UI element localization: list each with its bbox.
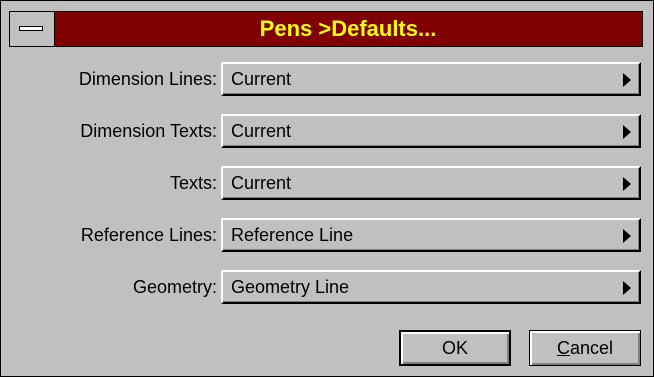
cancel-mnemonic: C [556, 337, 570, 358]
reference-lines-label: Reference Lines: [80, 224, 217, 245]
row-reference-lines: Reference Lines: Reference Line [1, 218, 651, 252]
system-menu-button[interactable] [10, 12, 55, 46]
right-triangle-icon [623, 177, 631, 191]
ok-button[interactable]: OK [399, 330, 511, 366]
reference-lines-value: Reference Line [231, 224, 354, 245]
cancel-label-rest: ancel [569, 337, 614, 358]
geometry-value: Geometry Line [231, 276, 350, 297]
title-bar[interactable]: Pens >Defaults... [9, 11, 643, 47]
right-triangle-icon [623, 281, 631, 295]
dimension-lines-label: Dimension Lines: [78, 68, 217, 89]
texts-value: Current [231, 172, 292, 193]
dimension-lines-value: Current [231, 68, 292, 89]
dimension-texts-value: Current [231, 120, 292, 141]
row-dimension-lines: Dimension Lines: Current [1, 62, 651, 96]
cancel-button[interactable]: Cancel [529, 330, 641, 366]
right-triangle-icon [623, 125, 631, 139]
geometry-label: Geometry: [132, 276, 217, 297]
dimension-texts-label: Dimension Texts: [80, 120, 217, 141]
pens-defaults-dialog: Pens >Defaults... Dimension Lines: Curre… [0, 0, 654, 377]
window-title: Pens >Defaults... [259, 16, 437, 41]
dimension-lines-popup[interactable]: Current [221, 62, 641, 96]
reference-lines-popup[interactable]: Reference Line [221, 218, 641, 252]
row-texts: Texts: Current [1, 166, 651, 200]
row-dimension-texts: Dimension Texts: Current [1, 114, 651, 148]
geometry-popup[interactable]: Geometry Line [221, 270, 641, 304]
right-triangle-icon [623, 229, 631, 243]
right-triangle-icon [623, 73, 631, 87]
row-geometry: Geometry: Geometry Line [1, 270, 651, 304]
texts-label: Texts: [169, 172, 217, 193]
texts-popup[interactable]: Current [221, 166, 641, 200]
dimension-texts-popup[interactable]: Current [221, 114, 641, 148]
system-menu-icon [19, 26, 43, 31]
